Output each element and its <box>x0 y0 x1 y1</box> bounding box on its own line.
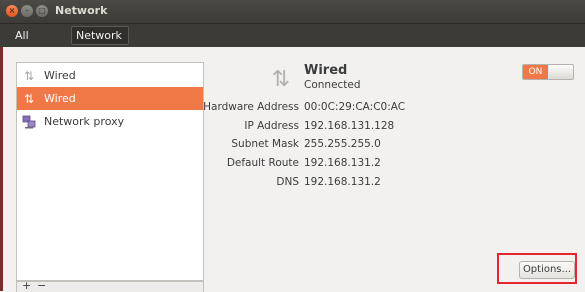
highlight-box <box>497 253 577 284</box>
breadcrumb-network[interactable]: Network <box>71 26 129 45</box>
ip-address-value: 192.168.131.128 <box>304 120 395 132</box>
wired-arrows-icon: ⇅ <box>23 91 35 106</box>
device-item-label: Wired <box>44 69 76 82</box>
dns-label: DNS <box>276 176 299 188</box>
wired-arrows-icon: ⇅ <box>271 67 291 92</box>
device-list: ⇅ Wired ⇅ Wired Network proxy <box>16 62 204 281</box>
title-bar: × – □ Network <box>0 0 585 24</box>
maximize-window-button[interactable]: □ <box>36 5 48 17</box>
wired-arrows-icon: ⇅ <box>23 68 35 83</box>
device-item-network-proxy[interactable]: Network proxy <box>17 110 203 133</box>
hardware-address-value: 00:0C:29:CA:C0:AC <box>304 101 406 113</box>
toggle-knob <box>549 65 573 79</box>
list-controls: + − <box>16 279 204 292</box>
device-item-label: Network proxy <box>44 115 125 128</box>
toolbar: All Settings Network <box>0 24 585 61</box>
default-route-label: Default Route <box>226 157 299 169</box>
subnet-mask-value: 255.255.255.0 <box>304 138 381 150</box>
window-title: Network <box>55 4 108 17</box>
device-name: Wired <box>304 63 348 78</box>
hardware-address-label: Hardware Address <box>203 101 299 113</box>
device-item-label: Wired <box>44 92 76 105</box>
device-item-wired[interactable]: ⇅ Wired <box>17 64 203 87</box>
toggle-on-label: ON <box>523 65 548 79</box>
subnet-mask-label: Subnet Mask <box>231 138 299 150</box>
ip-address-label: IP Address <box>244 120 299 132</box>
device-item-wired-selected[interactable]: ⇅ Wired <box>17 87 203 110</box>
close-window-button[interactable]: × <box>6 5 18 17</box>
wired-on-toggle[interactable]: ON <box>522 64 574 80</box>
minimize-window-button[interactable]: – <box>21 5 33 17</box>
window-edge <box>0 47 3 291</box>
all-settings-button[interactable]: All Settings <box>11 26 78 61</box>
add-device-button[interactable]: + <box>22 279 31 292</box>
dns-value: 192.168.131.2 <box>304 176 381 188</box>
network-proxy-icon <box>22 115 36 129</box>
default-route-value: 192.168.131.2 <box>304 157 381 169</box>
remove-device-button[interactable]: − <box>37 279 46 292</box>
device-status: Connected <box>304 79 361 91</box>
